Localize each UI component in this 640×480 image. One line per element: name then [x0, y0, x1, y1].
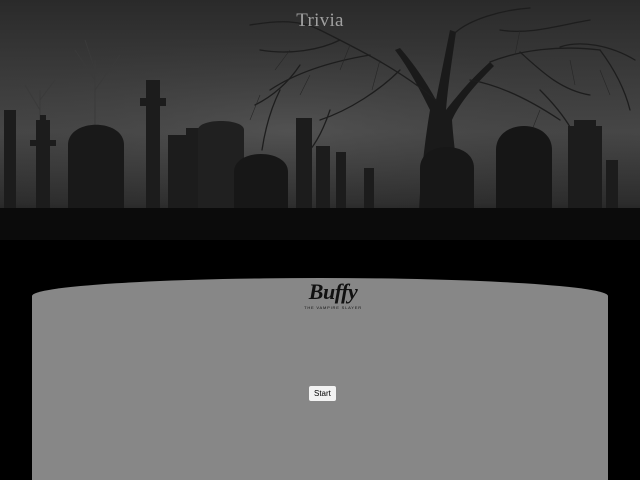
graveyard-background	[0, 0, 640, 240]
page: Trivia Buffy THE VAMPIRE SLAYER Start	[0, 0, 640, 480]
start-button[interactable]: Start	[309, 386, 336, 401]
logo-title: Buffy	[308, 279, 358, 304]
quiz-panel: Buffy THE VAMPIRE SLAYER Start	[32, 278, 608, 480]
logo-subtitle: THE VAMPIRE SLAYER	[304, 305, 362, 310]
page-title: Trivia	[296, 10, 344, 31]
buffy-logo: Buffy THE VAMPIRE SLAYER	[303, 281, 363, 315]
